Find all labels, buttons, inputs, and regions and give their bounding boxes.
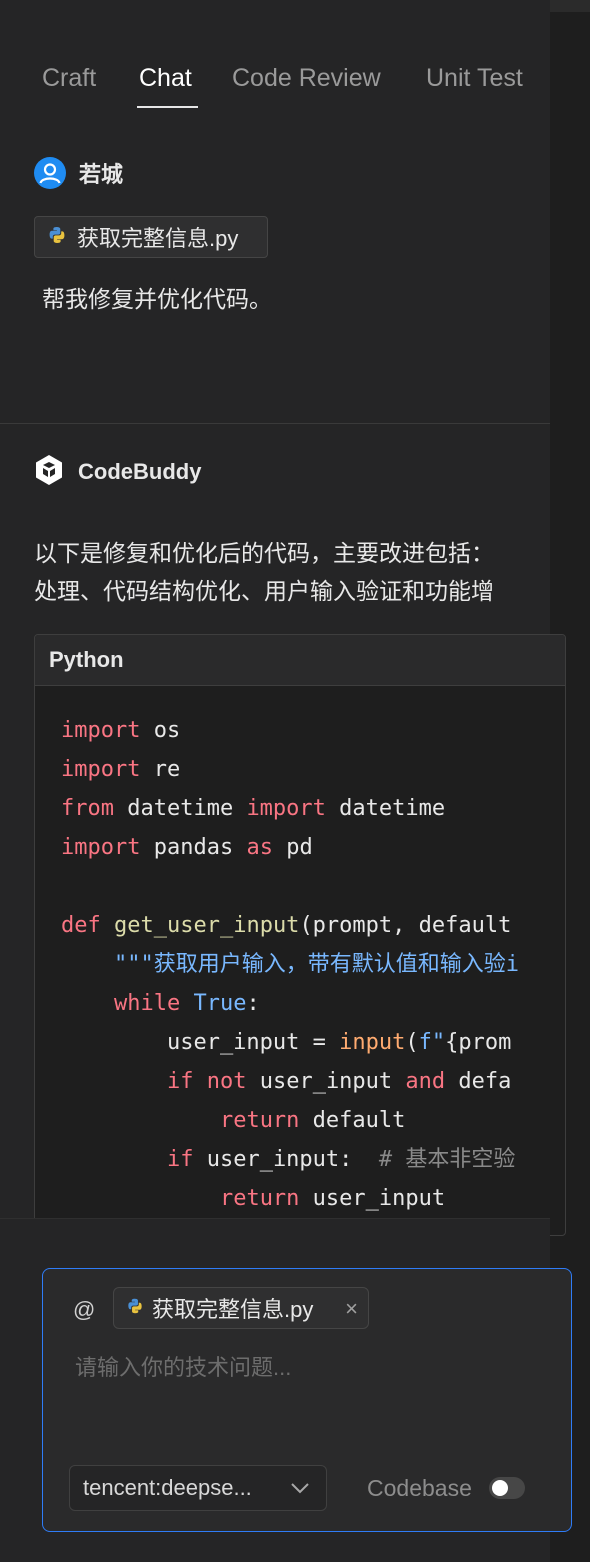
mention-button[interactable]: @ (73, 1297, 95, 1323)
model-select[interactable]: tencent:deepse... (69, 1465, 327, 1511)
code-line: """获取用户输入，带有默认值和输入验i (113, 952, 519, 977)
message-divider (0, 423, 550, 424)
chat-composer: @ 获取完整信息.py × tencent:deepse... Codebase (42, 1268, 572, 1532)
code-line: import os (61, 718, 181, 743)
user-avatar-icon (34, 157, 66, 189)
user-message-text: 帮我修复并优化代码。 (42, 286, 272, 312)
assistant-header: CodeBuddy (34, 454, 202, 491)
mode-tabs: Craft Chat Code Review Unit Test (0, 0, 550, 120)
assistant-line-1: 以下是修复和优化后的代码，主要改进包括： (34, 540, 494, 566)
code-line: if not user_input and defa (166, 1069, 512, 1094)
code-line: import re (61, 757, 181, 782)
code-line: ​ (61, 867, 519, 906)
active-tab-indicator (137, 106, 198, 108)
model-select-value: tencent:deepse... (83, 1475, 252, 1500)
tab-unit-test[interactable]: Unit Test (426, 64, 523, 93)
code-block: Python import os import re from datetime i… (34, 634, 566, 1236)
python-icon (126, 1297, 144, 1320)
question-input[interactable] (73, 1347, 557, 1389)
codebase-toggle[interactable] (489, 1477, 525, 1499)
user-name: 若城 (79, 162, 124, 187)
close-icon[interactable]: × (345, 1296, 358, 1322)
tab-craft[interactable]: Craft (42, 64, 96, 93)
chevron-down-icon (290, 1481, 310, 1500)
code-line: def get_user_input(prompt, default (61, 913, 512, 938)
tab-code-review[interactable]: Code Review (232, 64, 381, 93)
code-content[interactable]: import os import re from datetime import d… (61, 711, 519, 1218)
code-line: import pandas as pd (61, 835, 313, 860)
code-line: return default (219, 1108, 406, 1133)
tab-chat[interactable]: Chat (139, 64, 192, 93)
code-line: from datetime import datetime (61, 796, 446, 821)
code-line: while True: (113, 991, 260, 1016)
python-icon (47, 225, 67, 250)
context-file-name: 获取完整信息.py (152, 1297, 314, 1322)
code-language-label: Python (49, 647, 124, 672)
code-line: if user_input: # 基本非空验 (166, 1147, 516, 1172)
code-block-header: Python (35, 635, 565, 686)
toggle-knob (492, 1480, 508, 1496)
codebuddy-logo-icon (34, 454, 64, 491)
user-header: 若城 (34, 156, 123, 190)
attached-file-name: 获取完整信息.py (77, 226, 239, 251)
context-file-chip[interactable]: 获取完整信息.py × (113, 1287, 369, 1329)
code-line: return user_input (219, 1186, 446, 1211)
codebase-label: Codebase (367, 1475, 472, 1501)
code-line: user_input = input(f"{prom (61, 1030, 512, 1055)
assistant-name: CodeBuddy (78, 459, 202, 484)
assistant-message-text: 以下是修复和优化后的代码，主要改进包括： 处理、代码结构优化、用户输入验证和功能… (34, 534, 550, 610)
attached-file-chip[interactable]: 获取完整信息.py (34, 216, 268, 258)
assistant-line-2: 处理、代码结构优化、用户输入验证和功能增 (34, 578, 494, 604)
